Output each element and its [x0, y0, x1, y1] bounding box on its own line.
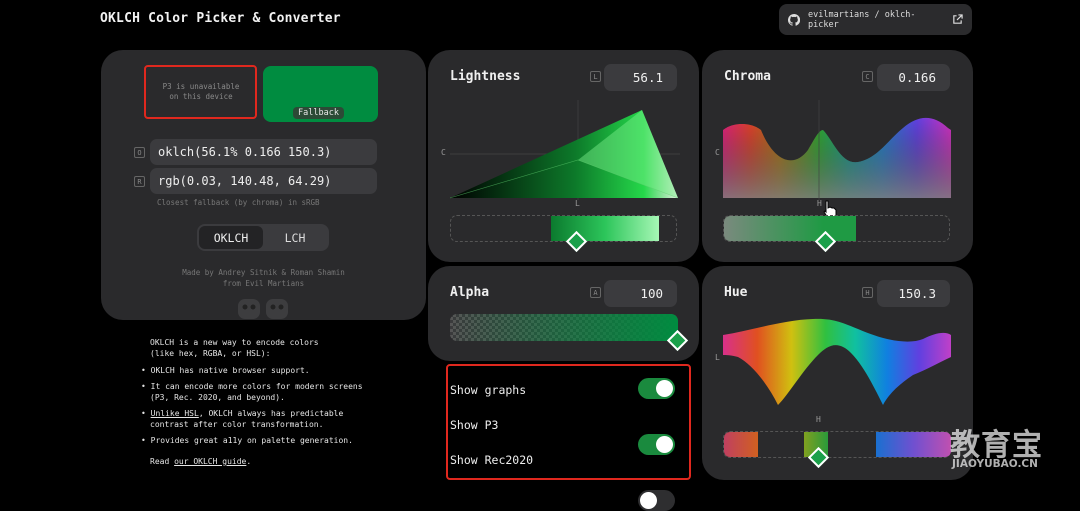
- read-guide: Read our OKLCH guide.: [150, 456, 251, 467]
- bullet4-text: Provides great a11y on palette generatio…: [150, 436, 353, 445]
- alpha-slider[interactable]: [450, 314, 678, 341]
- hue-axis-l: L: [715, 353, 720, 362]
- show-graphs-label: Show graphs: [450, 383, 527, 397]
- hue-key-hint: H: [862, 287, 873, 298]
- bullet3-rest: , OKLCH always has predictable: [198, 409, 344, 418]
- hue-axis-h: H: [816, 415, 821, 424]
- show-rec2020-label: Show Rec2020: [450, 453, 534, 467]
- alpha-key-hint: A: [590, 287, 601, 298]
- show-p3-label: Show P3: [450, 418, 499, 432]
- hue-graph[interactable]: [723, 315, 951, 415]
- show-graphs-toggle[interactable]: [638, 378, 675, 399]
- fallback-swatch: Fallback: [263, 66, 378, 122]
- lightness-axis-c: C: [441, 148, 446, 157]
- bullet1-text: OKLCH has native browser support.: [150, 366, 310, 375]
- list-item: • OKLCH has native browser support.: [141, 366, 310, 375]
- show-p3-toggle[interactable]: [638, 434, 675, 455]
- list-item: • Provides great a11y on palette generat…: [141, 436, 353, 445]
- lightness-graph[interactable]: [449, 100, 680, 200]
- chroma-input[interactable]: 0.166: [877, 64, 950, 91]
- oklch-intro: OKLCH is a new way to encode colors (lik…: [150, 337, 430, 359]
- fallback-label: Fallback: [293, 107, 344, 119]
- lightness-axis-l: L: [575, 199, 580, 208]
- mode-switch: OKLCH LCH: [197, 224, 329, 251]
- list-item: • Unlike HSL, OKLCH always has predictab…: [141, 408, 431, 430]
- external-link-icon: [953, 14, 963, 24]
- oklch-input[interactable]: oklch(56.1% 0.166 150.3): [150, 139, 377, 165]
- page-title: OKLCH Color Picker & Converter: [100, 11, 341, 26]
- lightness-label: Lightness: [450, 69, 521, 84]
- chroma-key-hint: C: [862, 71, 873, 82]
- read-prefix: Read: [150, 457, 175, 466]
- evil-martians-logo[interactable]: [236, 297, 292, 319]
- hue-input[interactable]: 150.3: [877, 280, 950, 307]
- list-item: • It can encode more colors for modern s…: [141, 381, 431, 403]
- show-rec2020-toggle[interactable]: [638, 490, 675, 511]
- watermark-latin: JIAOYUBAO.CN: [952, 458, 1038, 470]
- unlike-hsl-link[interactable]: Unlike HSL: [151, 409, 199, 418]
- credits-line1: Made by Andrey Sitnik & Roman Shamin: [182, 268, 345, 277]
- bullet2-line1: It can encode more colors for modern scr…: [150, 382, 363, 391]
- lightness-slider[interactable]: [450, 215, 677, 242]
- rgb-key-hint: R: [134, 176, 145, 187]
- credits: Made by Andrey Sitnik & Roman Shamin fro…: [150, 267, 377, 289]
- intro-line1: OKLCH is a new way to encode colors: [150, 338, 319, 347]
- rgb-input[interactable]: rgb(0.03, 140.48, 64.29): [150, 168, 377, 194]
- read-suffix: .: [246, 457, 252, 466]
- mode-lch-button[interactable]: LCH: [263, 226, 327, 249]
- mode-oklch-button[interactable]: OKLCH: [199, 226, 263, 249]
- intro-line2: (like hex, RGBA, or HSL):: [150, 349, 271, 358]
- benefits-list: • OKLCH has native browser support. • It…: [141, 365, 431, 446]
- repo-link-text: evilmartians / oklch-picker: [808, 9, 916, 30]
- hue-label: Hue: [724, 285, 748, 300]
- p3-highlight-box: [144, 65, 257, 119]
- oklch-key-hint: O: [134, 147, 145, 158]
- chroma-graph[interactable]: [723, 100, 951, 200]
- alpha-label: Alpha: [450, 285, 490, 300]
- fallback-note: Closest fallback (by chroma) in sRGB: [157, 198, 320, 207]
- bullet3-line2: contrast after color transformation.: [150, 420, 324, 429]
- lightness-key-hint: L: [590, 71, 601, 82]
- lightness-input[interactable]: 56.1: [604, 64, 677, 91]
- alpha-input[interactable]: 100: [604, 280, 677, 307]
- chroma-axis-c: C: [715, 148, 720, 157]
- bullet2-line2: (P3, Rec. 2020, and beyond).: [150, 393, 285, 402]
- hue-slider[interactable]: [723, 431, 951, 458]
- chroma-label: Chroma: [724, 69, 771, 84]
- github-icon: [788, 13, 800, 26]
- oklch-guide-link[interactable]: our OKLCH guide: [174, 457, 246, 466]
- chroma-slider[interactable]: [723, 215, 950, 242]
- credits-line2: from Evil Martians: [222, 279, 305, 288]
- github-repo-link[interactable]: evilmartians / oklch-picker: [779, 4, 972, 35]
